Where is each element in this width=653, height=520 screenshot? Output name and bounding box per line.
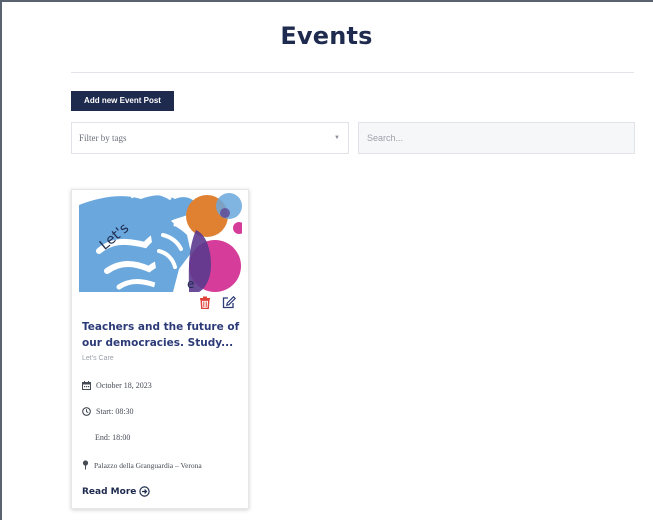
search-input[interactable]	[358, 122, 635, 154]
calendar-icon	[82, 381, 91, 390]
edit-icon[interactable]	[221, 294, 237, 310]
event-date: October 18, 2023	[96, 381, 152, 390]
clock-icon	[82, 407, 91, 416]
event-date-row: October 18, 2023	[82, 381, 152, 390]
svg-text:e: e	[187, 277, 194, 291]
title-divider	[71, 72, 634, 73]
event-image-artwork: Let's e	[79, 191, 242, 292]
tag-filter-select[interactable]: Filter by tags ▼	[71, 122, 349, 154]
page-title: Events	[280, 22, 373, 50]
event-image[interactable]: Let's e	[79, 191, 242, 292]
event-end-row: End: 18:00	[95, 433, 130, 442]
event-card: Let's e Teachers and the future of our d…	[71, 189, 249, 509]
event-end-time: End: 18:00	[95, 433, 131, 442]
event-location: Palazzo della Granguardia – Verona	[94, 460, 202, 470]
caret-down-icon: ▼	[334, 135, 340, 141]
event-title-link[interactable]: Teachers and the future of our democraci…	[82, 319, 244, 351]
event-location-row: Palazzo della Granguardia – Verona	[82, 460, 202, 470]
event-start-row: Start: 08:30	[82, 407, 134, 416]
map-pin-icon	[82, 460, 89, 470]
card-actions	[197, 294, 237, 310]
read-more-link[interactable]: Read More	[82, 486, 151, 497]
event-start-time: Start: 08:30	[96, 407, 134, 416]
arrow-circle-right-icon	[139, 486, 151, 497]
event-organizer: Let's Care	[82, 355, 114, 362]
tag-filter-label: Filter by tags	[79, 133, 127, 143]
add-event-button[interactable]: Add new Event Post	[71, 91, 174, 111]
read-more-label: Read More	[82, 486, 137, 497]
trash-icon[interactable]	[197, 294, 213, 310]
